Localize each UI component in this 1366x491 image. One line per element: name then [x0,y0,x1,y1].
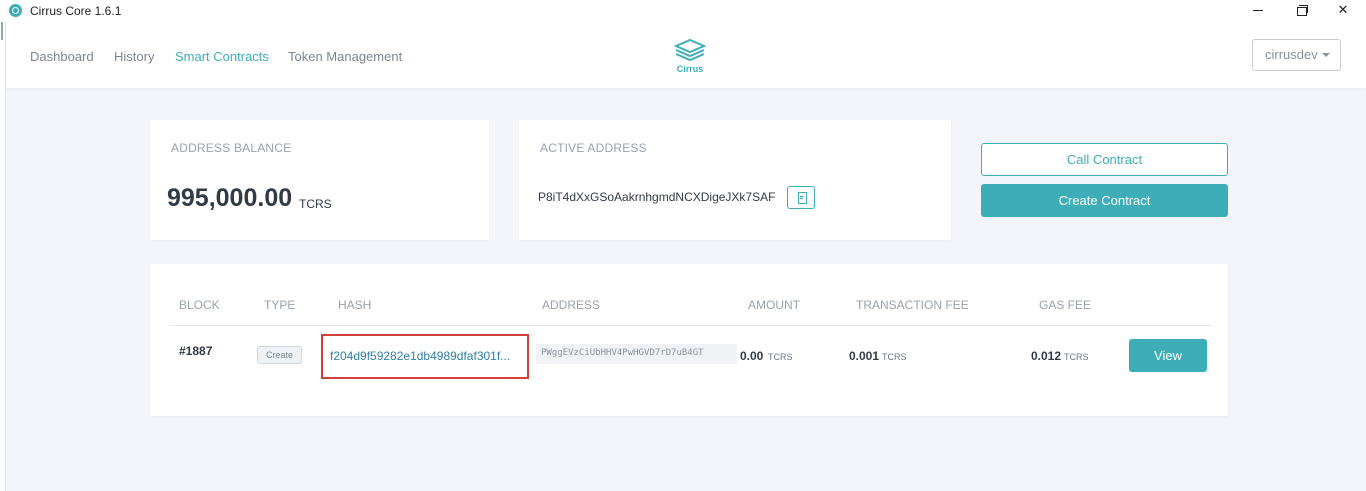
row-hash-link[interactable]: f204d9f59282e1db4989dfaf301f... [330,349,510,363]
row-gas-fee: 0.012 [1031,349,1062,363]
column-header-hash: HASH [338,298,372,312]
nav-token-management[interactable]: Token Management [288,49,402,64]
transactions-table: BLOCK TYPE HASH ADDRESS AMOUNT TRANSACTI… [150,264,1228,416]
column-header-gas-fee: GAS FEE [1039,298,1092,312]
active-address-card: ACTIVE ADDRESS P8iT4dXxGSoAakrnhgmdNCXDi… [519,120,951,240]
cirrus-logo-icon [673,38,707,62]
row-gas-fee-unit: TCRS [1064,352,1089,362]
app-header: Dashboard History Smart Contracts Token … [6,22,1366,88]
logo-text: Cirrus [676,64,704,74]
row-transaction-fee: 0.001 [849,349,880,363]
nav-dashboard[interactable]: Dashboard [30,49,94,64]
column-header-transaction-fee: TRANSACTION FEE [856,298,969,312]
column-header-address: ADDRESS [542,298,601,312]
copy-icon[interactable] [787,186,815,209]
balance-unit: TCRS [299,197,332,211]
chevron-down-icon [1322,53,1330,57]
minimize-icon[interactable] [1235,0,1281,22]
column-header-block: BLOCK [179,298,220,312]
cirrus-logo: Cirrus [670,38,710,78]
active-address-label: ACTIVE ADDRESS [540,141,647,155]
row-address: PWggEVzCiUbHHV4PwHGVD7rD7uB4GT [536,344,737,364]
active-address-value: P8iT4dXxGSoAakrnhgmdNCXDigeJXk7SAF [538,190,776,204]
call-contract-button[interactable]: Call Contract [981,143,1228,176]
window-titlebar: Cirrus Core 1.6.1 ✕ [0,0,1366,22]
row-type-badge: Create [257,346,302,364]
table-divider [170,325,1211,326]
balance-value: 995,000.00 [167,184,293,212]
row-block: #1887 [179,344,213,358]
app-logo-icon [9,4,22,17]
column-header-type: TYPE [264,298,296,312]
close-icon[interactable]: ✕ [1320,0,1366,22]
row-amount-unit: TCRS [768,352,793,362]
nav-history[interactable]: History [114,49,154,64]
address-balance-card: ADDRESS BALANCE 995,000.00 TCRS [150,120,489,240]
user-name: cirrusdev [1265,47,1318,62]
view-button[interactable]: View [1129,339,1207,372]
column-header-amount: AMOUNT [748,298,800,312]
row-transaction-fee-unit: TCRS [882,352,907,362]
balance-label: ADDRESS BALANCE [171,141,292,155]
user-dropdown[interactable]: cirrusdev [1252,39,1341,71]
create-contract-button[interactable]: Create Contract [981,184,1228,217]
row-amount: 0.00 [740,349,764,363]
window-title: Cirrus Core 1.6.1 [30,4,122,18]
window-left-edge [0,22,6,491]
restore-icon[interactable] [1278,0,1324,22]
nav-smart-contracts[interactable]: Smart Contracts [175,49,269,64]
